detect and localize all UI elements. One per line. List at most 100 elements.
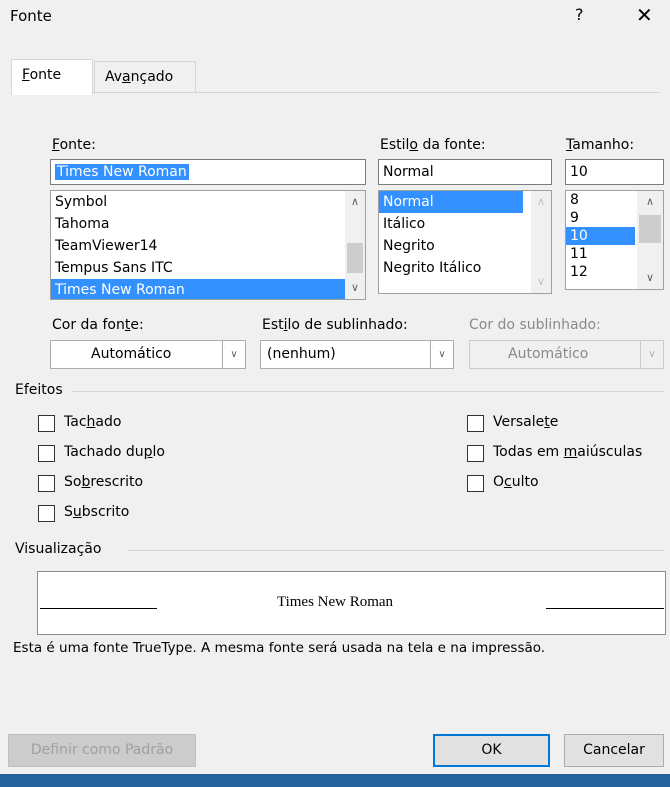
taskbar-strip xyxy=(0,774,670,787)
label-text: Tac xyxy=(64,414,87,430)
preview-group-title: Visualização xyxy=(15,541,102,557)
label-access-key: b xyxy=(81,474,91,490)
checkbox-tachado-duplo[interactable] xyxy=(38,445,55,462)
font-list-item[interactable]: TeamViewer14 xyxy=(51,235,365,257)
font-size-label: Tamanho: xyxy=(566,137,634,153)
underline-style-dropdown[interactable]: (nenhum) ∨ xyxy=(260,340,454,369)
chevron-down-icon[interactable]: ∨ xyxy=(222,341,245,368)
checkbox-subscrito[interactable] xyxy=(38,505,55,522)
tab-fonte-access-key: F xyxy=(22,67,30,83)
label-text: S xyxy=(64,504,73,520)
font-list[interactable]: Symbol Tahoma TeamViewer14 Tempus Sans I… xyxy=(50,190,366,300)
font-style-value: Normal xyxy=(383,164,434,180)
label-text-rest: bscrito xyxy=(81,504,130,520)
font-style-scrollbar[interactable]: ∧ ∨ xyxy=(531,191,551,293)
font-size-input[interactable]: 10 xyxy=(565,159,664,185)
checkbox-oculto-label[interactable]: Oculto xyxy=(493,474,539,490)
preview-sample-text: Times New Roman xyxy=(276,594,394,610)
font-size-list[interactable]: 8 9 10 11 12 ∧ ∨ xyxy=(565,190,664,290)
tab-fonte[interactable]: Fonte xyxy=(11,59,93,95)
checkbox-subscrito-label[interactable]: Subscrito xyxy=(64,504,129,520)
checkbox-todas-maiusculas-label[interactable]: Todas em maiúsculas xyxy=(493,444,642,460)
font-style-item[interactable]: Negrito xyxy=(379,235,551,257)
scroll-thumb[interactable] xyxy=(639,215,661,243)
effects-divider xyxy=(72,391,664,392)
label-text-rest: rescrito xyxy=(90,474,144,490)
font-style-item-selected[interactable]: Normal xyxy=(379,191,523,213)
tab-avancado-access-key: a xyxy=(122,69,131,85)
font-label-text: onte: xyxy=(59,137,96,153)
underline-style-label-rest: lo de sublinhado: xyxy=(287,317,408,333)
checkbox-sobrescrito-label[interactable]: Sobrescrito xyxy=(64,474,143,490)
checkbox-tachado-duplo-label[interactable]: Tachado duplo xyxy=(64,444,165,460)
preview-note: Esta é uma fonte TrueType. A mesma fonte… xyxy=(13,640,546,656)
font-size-value: 10 xyxy=(570,164,588,180)
label-text-rest: e xyxy=(549,414,559,430)
font-color-value: Automático xyxy=(91,346,172,362)
font-label-access-key: F xyxy=(52,137,60,153)
title-bar: Fonte ? ✕ xyxy=(0,0,670,38)
scroll-up-icon[interactable]: ∧ xyxy=(637,193,663,211)
underline-style-label-text: Est xyxy=(262,317,284,333)
label-text: So xyxy=(64,474,82,490)
checkbox-todas-maiusculas[interactable] xyxy=(467,445,484,462)
font-list-item-selected[interactable]: Times New Roman xyxy=(51,279,345,299)
checkbox-tachado-label[interactable]: Tachado xyxy=(64,414,121,430)
font-list-item[interactable]: Tempus Sans ITC xyxy=(51,257,365,279)
font-style-item[interactable]: Negrito Itálico xyxy=(379,257,551,279)
chevron-down-icon[interactable]: ∨ xyxy=(430,341,453,368)
underline-style-label: Estilo de sublinhado: xyxy=(262,317,408,333)
font-list-scrollbar[interactable]: ∧ ∨ xyxy=(345,191,365,299)
ok-button[interactable]: OK xyxy=(433,734,550,767)
font-size-item-selected[interactable]: 10 xyxy=(566,227,635,245)
label-text-rest: ulto xyxy=(511,474,539,490)
close-icon[interactable]: ✕ xyxy=(636,3,653,27)
font-list-item[interactable]: Tahoma xyxy=(51,213,365,235)
label-text-rest: lo xyxy=(152,444,165,460)
help-icon[interactable]: ? xyxy=(575,5,584,24)
scroll-up-icon[interactable]: ∧ xyxy=(345,193,365,211)
underline-style-value: (nenhum) xyxy=(267,346,336,362)
font-style-label: Estilo da fonte: xyxy=(380,137,486,153)
font-color-label: Cor da fonte: xyxy=(52,317,144,333)
font-style-label-text: Estil xyxy=(380,137,410,153)
font-style-item[interactable]: Itálico xyxy=(379,213,551,235)
tab-fonte-label: onte xyxy=(29,67,62,83)
checkbox-sobrescrito[interactable] xyxy=(38,475,55,492)
font-color-label-rest: e: xyxy=(130,317,144,333)
font-style-list[interactable]: Normal Itálico Negrito Negrito Itálico ∧… xyxy=(378,190,552,294)
font-list-item[interactable]: Symbol xyxy=(51,191,365,213)
font-color-label-text: Cor da fon xyxy=(52,317,125,333)
underline-color-label: Cor do sublinhado: xyxy=(469,317,601,333)
font-style-input[interactable]: Normal xyxy=(378,159,552,185)
set-default-button: Definir como Padrão xyxy=(8,734,196,767)
label-text: Versale xyxy=(493,414,545,430)
label-text: Tachado du xyxy=(64,444,144,460)
label-text-rest: aiúsculas xyxy=(577,444,643,460)
checkbox-versalete[interactable] xyxy=(467,415,484,432)
checkbox-oculto[interactable] xyxy=(467,475,484,492)
underline-color-dropdown: Automático ∨ xyxy=(469,340,664,369)
scroll-up-icon[interactable]: ∧ xyxy=(531,193,551,211)
tab-avancado[interactable]: Avançado xyxy=(94,61,196,92)
scroll-down-icon[interactable]: ∨ xyxy=(531,273,551,291)
label-access-key: c xyxy=(504,474,512,490)
font-label: Fonte: xyxy=(52,137,96,153)
font-name-input[interactable]: Times New Roman xyxy=(50,159,366,185)
font-size-scrollbar[interactable]: ∧ ∨ xyxy=(637,191,663,289)
scroll-thumb[interactable] xyxy=(347,243,363,273)
scroll-down-icon[interactable]: ∨ xyxy=(345,279,365,297)
font-color-dropdown[interactable]: Automático ∨ xyxy=(50,340,246,369)
cancel-button[interactable]: Cancelar xyxy=(564,734,664,767)
label-text-rest: ado xyxy=(95,414,122,430)
label-access-key: m xyxy=(563,444,578,460)
effects-group-title: Efeitos xyxy=(15,382,63,398)
font-style-label-rest: da fonte: xyxy=(418,137,486,153)
checkbox-tachado[interactable] xyxy=(38,415,55,432)
font-size-label-text: amanho: xyxy=(572,137,635,153)
label-text: Todas em xyxy=(493,444,564,460)
scroll-down-icon[interactable]: ∨ xyxy=(637,269,663,287)
label-text: O xyxy=(493,474,505,490)
preview-divider xyxy=(128,550,664,551)
checkbox-versalete-label[interactable]: Versalete xyxy=(493,414,558,430)
